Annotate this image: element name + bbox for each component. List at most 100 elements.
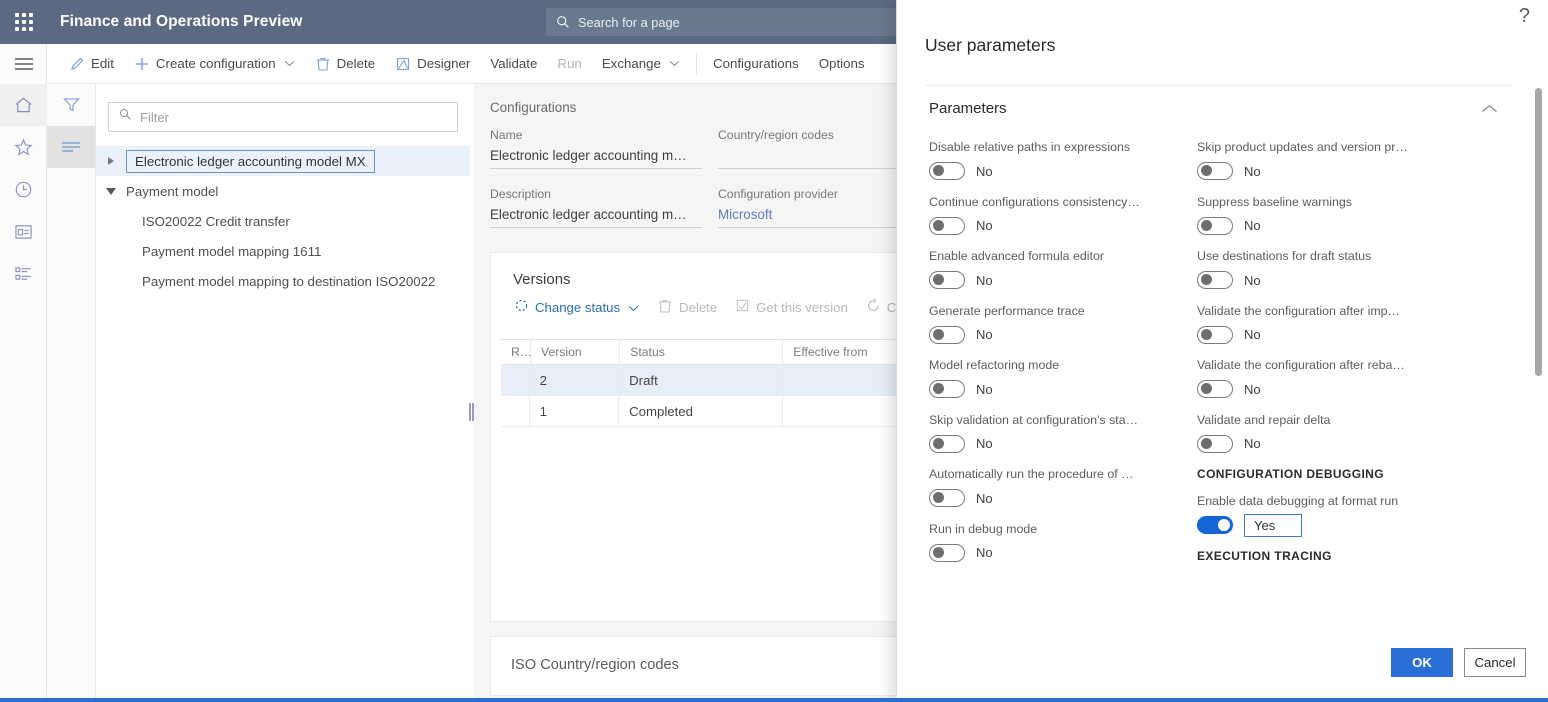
col-header-effective-from[interactable]: Effective from (783, 340, 896, 364)
parameter-label: Use destinations for draft status (1197, 249, 1473, 263)
table-row[interactable]: 1 Completed (501, 396, 896, 427)
col-header-version[interactable]: Version (531, 340, 620, 364)
parameter-item-right-4: Validate the configuration after reba…No (1197, 358, 1473, 400)
star-icon[interactable] (0, 126, 47, 168)
parameter-item-left-5: Skip validation at configuration's sta…N… (929, 413, 1205, 455)
field-description-value[interactable]: Electronic ledger accounting m… (490, 207, 702, 228)
field-name-label: Name (490, 128, 702, 142)
parameter-value: No (1244, 327, 1261, 342)
tree-item-label: Payment model mapping to destination ISO… (126, 274, 435, 289)
compare-icon (866, 298, 881, 316)
toggle-switch[interactable] (929, 544, 965, 562)
versions-toolbar: Change statusDeleteGet this versionCom (491, 288, 896, 326)
main-content-area: Configurations Name Electronic ledger ac… (474, 84, 896, 702)
toggle-switch[interactable] (929, 162, 965, 180)
field-country-region-codes-value[interactable] (718, 148, 896, 169)
tree-item-0[interactable]: Electronic ledger accounting model MX (96, 146, 470, 176)
trash-icon (315, 56, 331, 72)
toggle-switch[interactable] (1197, 380, 1233, 398)
ok-button[interactable]: OK (1391, 648, 1453, 677)
chevron-up-icon[interactable] (1481, 101, 1498, 119)
toggle-switch[interactable] (1197, 162, 1233, 180)
toggle-switch[interactable] (929, 489, 965, 507)
global-search-input[interactable]: Search for a page (546, 8, 900, 36)
toggle-switch[interactable] (1197, 217, 1233, 235)
clock-icon[interactable] (0, 168, 47, 210)
toolbar-exchange-button[interactable]: Exchange (592, 44, 690, 84)
user-parameters-dialog: ? User parameters Parameters Disable rel… (896, 0, 1548, 702)
parameter-value: No (976, 327, 993, 342)
iso-country-region-codes-card[interactable]: ISO Country/region codes (490, 636, 896, 696)
toolbar-delete-button[interactable]: Delete (305, 44, 385, 84)
toggle-switch[interactable] (929, 435, 965, 453)
designer-icon (395, 56, 411, 72)
toolbar-validate-button[interactable]: Validate (480, 44, 547, 84)
parameter-item-left-2: Enable advanced formula editorNo (929, 249, 1205, 291)
toggle-switch[interactable] (1197, 326, 1233, 344)
parameter-label: Skip product updates and version pr… (1197, 140, 1473, 154)
toggle-knob (933, 220, 944, 231)
list-lines-icon[interactable] (47, 126, 95, 168)
toolbar-designer-button[interactable]: Designer (385, 44, 480, 84)
toggle-switch[interactable] (1197, 516, 1233, 534)
nav-menu-hamburger-icon[interactable] (0, 44, 47, 84)
cell-status: Draft (619, 365, 783, 395)
field-configuration-provider-value[interactable]: Microsoft (718, 207, 896, 228)
toggle-switch[interactable] (929, 380, 965, 398)
toggle-knob (933, 165, 944, 176)
funnel-icon[interactable] (47, 84, 95, 126)
versions-change-status-button[interactable]: Change status (505, 288, 648, 326)
toggle-knob (1201, 329, 1212, 340)
workspace-icon[interactable] (0, 210, 47, 252)
expand-expanded-icon[interactable] (96, 188, 126, 195)
parameter-control-row: No (1197, 324, 1473, 346)
toggle-switch[interactable] (1197, 271, 1233, 289)
parameter-control-row: No (929, 378, 1205, 400)
bottom-accent-bar (0, 698, 1548, 702)
parameter-item-left-6: Automatically run the procedure of …No (929, 467, 1205, 509)
versions-card: Versions Change statusDeleteGet this ver… (490, 252, 896, 622)
toolbar-options-button[interactable]: Options (809, 44, 875, 84)
expand-collapsed-icon[interactable] (96, 157, 126, 165)
filter-input[interactable]: Filter (108, 102, 458, 132)
cell-status: Completed (619, 396, 783, 426)
col-header-status[interactable]: Status (620, 340, 783, 364)
table-row[interactable]: 2 Draft (501, 365, 896, 396)
question-mark-icon[interactable]: ? (1519, 6, 1530, 26)
toolbar-edit-button[interactable]: Edit (59, 44, 124, 84)
cell-r (501, 365, 530, 395)
home-icon[interactable] (0, 84, 47, 126)
toolbar-create-configuration-button[interactable]: Create configuration (124, 44, 305, 84)
tree-item-2[interactable]: ISO20022 Credit transfer (96, 206, 470, 236)
modules-list-icon[interactable] (0, 252, 47, 294)
parameter-label: Run in debug mode (929, 522, 1205, 536)
versions-toolbar-label: Delete (679, 300, 717, 315)
search-icon (119, 108, 132, 126)
parameter-value[interactable]: Yes (1244, 514, 1302, 537)
toggle-switch[interactable] (929, 326, 965, 344)
plus-icon (134, 56, 150, 72)
versions-delete-button: Delete (648, 288, 726, 326)
parameter-label: Generate performance trace (929, 304, 1205, 318)
cancel-button[interactable]: Cancel (1464, 648, 1526, 677)
parameter-label: Validate the configuration after reba… (1197, 358, 1473, 372)
app-launcher-icon[interactable] (0, 0, 48, 44)
toggle-knob (1201, 274, 1212, 285)
tree-item-3[interactable]: Payment model mapping 1611 (96, 236, 470, 266)
toggle-switch[interactable] (929, 217, 965, 235)
field-country-region-codes-label: Country/region codes (718, 128, 896, 142)
col-header-r[interactable]: R… (501, 340, 531, 364)
parameter-control-row: No (929, 433, 1205, 455)
toggle-knob (1201, 220, 1212, 231)
versions-table-header: R… Version Status Effective from (501, 339, 896, 365)
toggle-switch[interactable] (929, 271, 965, 289)
parameter-control-row: No (929, 324, 1205, 346)
toolbar-configurations-button[interactable]: Configurations (703, 44, 809, 84)
toggle-switch[interactable] (1197, 435, 1233, 453)
tree-item-4[interactable]: Payment model mapping to destination ISO… (96, 266, 470, 296)
parameters-right-column: Skip product updates and version pr…NoSu… (1197, 140, 1473, 576)
tree-item-1[interactable]: Payment model (96, 176, 470, 206)
parameter-control-row: No (1197, 269, 1473, 291)
dialog-scrollbar[interactable] (1535, 88, 1542, 376)
field-name-value[interactable]: Electronic ledger accounting m… (490, 148, 702, 169)
